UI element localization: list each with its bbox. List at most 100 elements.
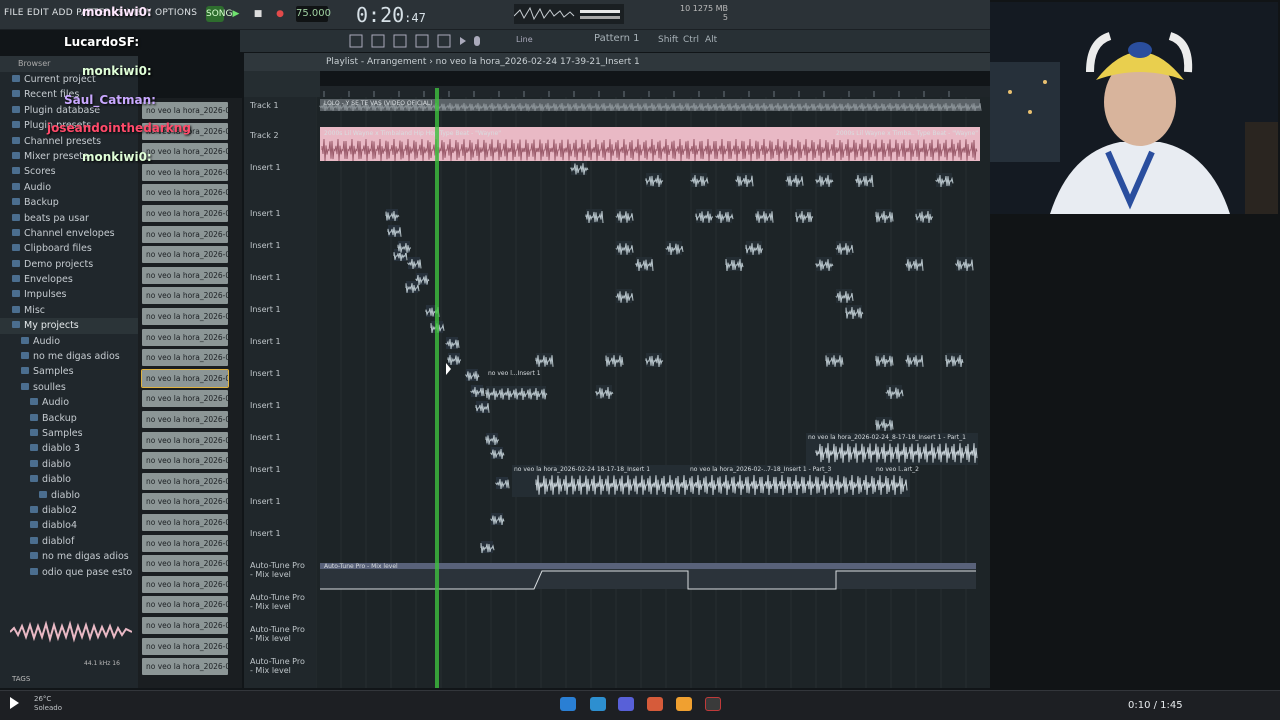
browser-item[interactable]: Samples: [0, 364, 138, 379]
alt-modifier[interactable]: Alt: [705, 35, 717, 45]
tags-label[interactable]: TAGS: [12, 675, 30, 683]
track-label[interactable]: Auto-Tune Pro - Mix level: [250, 593, 310, 611]
browser-item[interactable]: Channel envelopes: [0, 226, 138, 241]
channel-button[interactable]: no veo la hora_2026-02...: [142, 658, 228, 676]
weather-widget[interactable]: 26°C Soleado: [34, 695, 62, 713]
browser-item[interactable]: My projects: [0, 318, 138, 334]
browser-item[interactable]: diablo: [0, 457, 138, 472]
browser-item[interactable]: no me digas adios: [0, 349, 138, 364]
track-label[interactable]: Insert 1: [250, 433, 310, 442]
channel-button[interactable]: no veo la hora_2026-02...: [142, 246, 228, 264]
track-label[interactable]: Track 1: [250, 101, 310, 110]
channel-button[interactable]: no veo la hora_2026-02...: [142, 328, 228, 346]
browser-item[interactable]: diablo: [0, 488, 138, 503]
snap-select[interactable]: Line: [516, 35, 533, 44]
playlist-clips[interactable]: LOLO - Y SE TE VAS (VIDEO OFICIAL) 2000s …: [316, 97, 990, 688]
browser-item[interactable]: Audio: [0, 334, 138, 349]
track-label[interactable]: Insert 1: [250, 529, 310, 538]
channel-button[interactable]: no veo la hora_2026-02...: [142, 555, 228, 573]
browser-item[interactable]: beats pa usar: [0, 211, 138, 226]
browser-item[interactable]: diablo2: [0, 503, 138, 518]
channel-button[interactable]: no veo la hora_2026-02...: [142, 225, 228, 243]
channel-button[interactable]: no veo la hora_2026-02...: [142, 472, 228, 490]
channel-button[interactable]: no veo la hora_2026-02...: [142, 575, 228, 593]
track-label[interactable]: Insert 1: [250, 369, 310, 378]
channel-button[interactable]: no veo la hora_2026-02...: [142, 534, 228, 552]
channel-button[interactable]: no veo la hora_2026-02...: [142, 637, 228, 655]
browser-item[interactable]: diablo: [0, 472, 138, 487]
browser-item[interactable]: soulles: [0, 380, 138, 395]
track-label[interactable]: Insert 1: [250, 305, 310, 314]
browser-item[interactable]: Channel presets: [0, 134, 138, 149]
channel-button[interactable]: no veo la hora_2026-02...: [142, 143, 228, 161]
track-label[interactable]: Insert 1: [250, 465, 310, 474]
track-label[interactable]: Auto-Tune Pro - Mix level: [250, 657, 310, 675]
channel-button[interactable]: no veo la hora_2026-02...: [142, 308, 228, 325]
track-label[interactable]: Insert 1: [250, 163, 310, 172]
track-label[interactable]: Insert 1: [250, 497, 310, 506]
track-label[interactable]: Insert 1: [250, 273, 310, 282]
song-mode-button[interactable]: SONG: [206, 6, 233, 22]
browser-item[interactable]: Impulses: [0, 287, 138, 302]
browser-item[interactable]: Envelopes: [0, 272, 138, 287]
browser-item[interactable]: diablo4: [0, 518, 138, 533]
browser-item[interactable]: Backup: [0, 195, 138, 210]
channel-button[interactable]: no veo la hora_2026-02...: [142, 452, 228, 470]
track-label[interactable]: Insert 1: [250, 241, 310, 250]
stop-icon[interactable]: ■: [252, 6, 264, 22]
channel-button[interactable]: no veo la hora_2026-02...: [142, 266, 228, 284]
track-label[interactable]: Auto-Tune Pro - Mix level: [250, 561, 310, 579]
toolbar-icons[interactable]: [348, 33, 498, 49]
pattern-selector[interactable]: Pattern 1: [594, 33, 640, 44]
browser-item[interactable]: diablof: [0, 534, 138, 549]
browser-item[interactable]: Audio: [0, 395, 138, 410]
channel-button[interactable]: no veo la hora_2026-02...: [142, 596, 228, 614]
play-icon[interactable]: [10, 697, 19, 709]
track-label[interactable]: Track 2: [250, 131, 310, 140]
browser-item[interactable]: Audio: [0, 180, 138, 195]
browser-item[interactable]: diablo 3: [0, 441, 138, 456]
track-label[interactable]: Auto-Tune Pro - Mix level: [250, 625, 310, 643]
channel-button[interactable]: no veo la hora_2026-02...: [142, 617, 228, 634]
browser-item[interactable]: Clipboard files: [0, 241, 138, 256]
channel-button[interactable]: no veo la hora_2026-02...: [142, 411, 228, 428]
ctrl-modifier[interactable]: Ctrl: [683, 35, 699, 45]
timeline-ruler[interactable]: [320, 86, 990, 97]
browser-item[interactable]: Misc: [0, 303, 138, 318]
channel-button[interactable]: no veo la hora_2026-02...: [141, 368, 229, 388]
channel-button[interactable]: no veo la hora_2026-02...: [142, 349, 228, 367]
channel-button[interactable]: no veo la hora_2026-02...: [142, 431, 228, 449]
shift-modifier[interactable]: Shift: [658, 35, 678, 45]
channel-button[interactable]: no veo la hora_2026-02...: [142, 184, 228, 202]
playlist-tools[interactable]: [244, 71, 320, 97]
windows-start-icon[interactable]: [560, 697, 576, 711]
obs-app-icon[interactable]: [705, 697, 721, 711]
channel-button[interactable]: no veo la hora_2026-02...: [142, 493, 228, 511]
browser-item[interactable]: Scores: [0, 164, 138, 179]
track-label[interactable]: Insert 1: [250, 337, 310, 346]
play-icon[interactable]: ▶: [230, 6, 242, 22]
track-label[interactable]: Insert 1: [250, 209, 310, 218]
browser-item[interactable]: Backup: [0, 411, 138, 426]
playlist-grid[interactable]: LOLO - Y SE TE VAS (VIDEO OFICIAL) 2000s …: [316, 97, 990, 688]
tempo-display[interactable]: 75.000: [296, 6, 331, 22]
channel-button[interactable]: no veo la hora_2026-02...: [142, 390, 228, 408]
channel-button[interactable]: no veo la hora_2026-02...: [142, 163, 228, 181]
browser-item[interactable]: Demo projects: [0, 257, 138, 272]
browser-item[interactable]: odio que pase esto: [0, 565, 138, 580]
browser-item[interactable]: no me digas adios: [0, 549, 138, 564]
record-icon[interactable]: ●: [274, 6, 286, 22]
song-time-display[interactable]: 0:20:47: [356, 3, 426, 27]
track-label[interactable]: Insert 1: [250, 401, 310, 410]
channel-button[interactable]: no veo la hora_2026-02...: [142, 205, 228, 222]
fl-studio-app-icon[interactable]: [676, 697, 692, 711]
channel-button[interactable]: no veo la hora_2026-02...: [142, 514, 228, 531]
playhead[interactable]: [435, 88, 439, 688]
brave-app-icon[interactable]: [647, 697, 663, 711]
discord-app-icon[interactable]: [618, 697, 634, 711]
browser-app-icon[interactable]: [590, 697, 606, 711]
browser-item-label: Backup: [24, 197, 59, 209]
browser-item[interactable]: Samples: [0, 426, 138, 441]
channel-button[interactable]: no veo la hora_2026-02...: [142, 287, 228, 305]
sample-preview-waveform: [10, 620, 132, 643]
